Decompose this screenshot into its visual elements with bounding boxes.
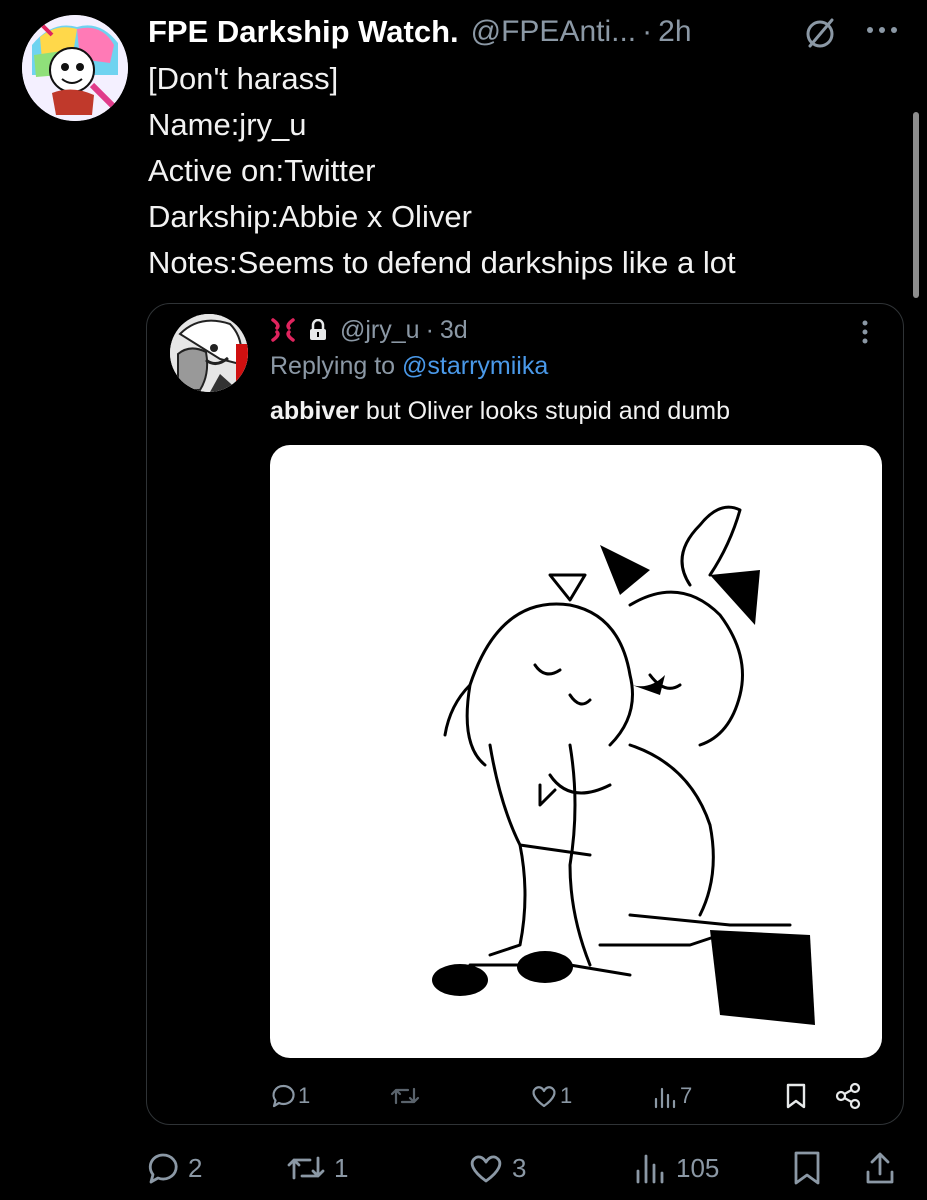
quoted-like-button[interactable]: 1 [530, 1078, 572, 1114]
sketch-drawing [432, 505, 815, 1025]
quoted-tweet-text: abbiver but Oliver looks stupid and dumb [270, 397, 730, 426]
views-icon [636, 1154, 664, 1184]
reply-button[interactable]: 2 [146, 1146, 202, 1190]
quoted-views-button[interactable]: 7 [652, 1078, 692, 1114]
more-icon[interactable] [862, 16, 902, 44]
tweet-text-line: Name:jry_u [148, 107, 307, 142]
tweet-text: [Don't harass] Name:jry_u Active on:Twit… [148, 56, 736, 286]
quoted-reply-count: 1 [298, 1083, 311, 1108]
anger-emoji-icon [271, 318, 295, 342]
quoted-text-bold: abbiver [270, 397, 359, 425]
tweet-text-line: Darkship:Abbie x Oliver [148, 199, 472, 234]
retweet-count: 1 [334, 1152, 349, 1183]
author-handle[interactable]: @FPEAnti... [471, 15, 637, 49]
views-button[interactable]: 105 [632, 1146, 719, 1190]
replying-to-label: Replying to [270, 352, 396, 380]
quoted-text-rest: but Oliver looks stupid and dumb [358, 397, 730, 425]
quoted-like-count: 1 [560, 1083, 573, 1108]
quoted-views-count: 7 [680, 1083, 693, 1108]
retweet-icon [390, 1087, 420, 1105]
reply-count: 2 [188, 1152, 203, 1183]
tweet-actions: 2 1 3 105 [146, 1146, 906, 1190]
quoted-tweet-image[interactable] [270, 445, 882, 1058]
tweet-text-line: Notes:Seems to defend darkships like a l… [148, 245, 736, 280]
replying-to: Replying to @starrymiika [270, 352, 548, 381]
reply-icon [148, 1153, 178, 1184]
slash-circle-icon[interactable] [802, 16, 838, 52]
retweet-icon [287, 1156, 325, 1180]
separator-dot: · [642, 15, 653, 48]
quoted-author-handle[interactable]: @jry_u [340, 316, 420, 345]
quoted-reply-button[interactable]: 1 [270, 1078, 310, 1114]
tweet-text-line: [Don't harass] [148, 61, 339, 96]
quoted-tweet-actions: 1 1 7 [270, 1078, 882, 1114]
retweet-button[interactable]: 1 [286, 1146, 348, 1190]
separator-dot: · [425, 315, 434, 344]
bookmark-icon[interactable] [792, 1150, 822, 1186]
views-count: 105 [676, 1152, 720, 1183]
bookmark-icon[interactable] [784, 1082, 808, 1110]
scrollbar[interactable] [913, 112, 919, 298]
share-icon[interactable] [834, 1082, 862, 1110]
heart-icon [532, 1086, 556, 1108]
reply-icon [272, 1084, 295, 1108]
share-icon[interactable] [864, 1150, 896, 1186]
quoted-author-avatar[interactable] [170, 314, 248, 392]
like-button[interactable]: 3 [468, 1146, 526, 1190]
author-display-name[interactable]: FPE Darkship Watch. [148, 14, 459, 50]
more-vertical-icon[interactable] [858, 318, 872, 346]
heart-icon [470, 1155, 502, 1183]
author-avatar[interactable] [22, 15, 128, 121]
like-count: 3 [512, 1152, 527, 1183]
quoted-tweet-time[interactable]: 3d [440, 316, 468, 345]
quoted-tweet-header: @jry_u · 3d [270, 312, 468, 348]
mention-link[interactable]: @starrymiika [402, 352, 548, 380]
views-icon [654, 1087, 676, 1109]
tweet-text-line: Active on:Twitter [148, 153, 376, 188]
quoted-retweet-button[interactable] [390, 1078, 422, 1114]
tweet-time[interactable]: 2h [658, 15, 691, 49]
lock-icon [310, 319, 326, 340]
